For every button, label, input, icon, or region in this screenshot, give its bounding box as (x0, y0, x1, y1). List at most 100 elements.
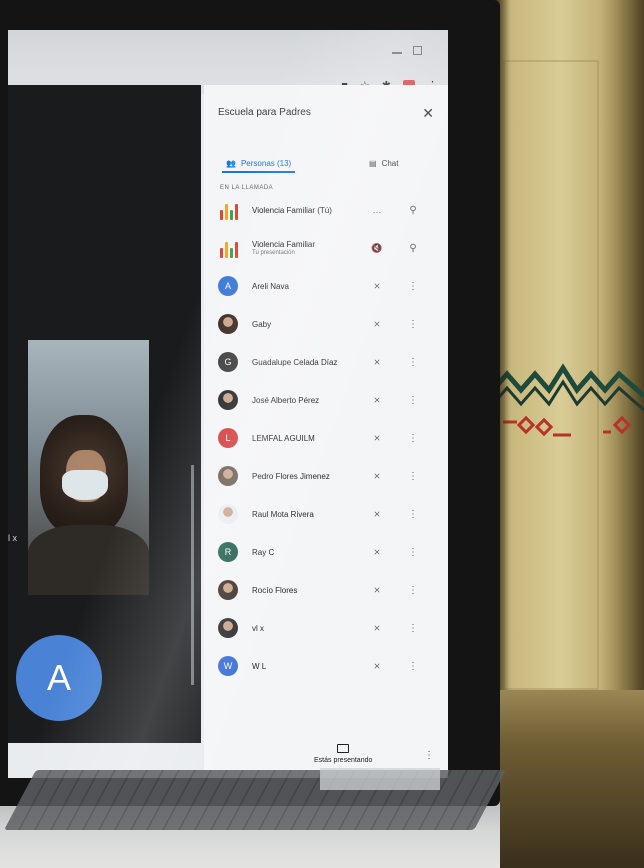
participant-subtitle: Tu presentación (252, 250, 295, 256)
participant-name: LEMFAL AGUILM (252, 433, 315, 443)
more-icon[interactable]: ⋮ (407, 585, 419, 596)
avatar-photo (218, 466, 238, 486)
tab-chat[interactable]: ▤ Chat (369, 143, 398, 183)
people-icon: 👥 (226, 158, 236, 168)
participant-name-wrap: Ray C (252, 548, 274, 557)
participant-name-wrap: Violencia Familiar (Tú) (252, 206, 332, 215)
participant-row[interactable]: R Ray C ⨯ ⋮ (204, 533, 448, 571)
pin-icon[interactable]: ⚲ (407, 205, 419, 216)
mic-off-icon[interactable]: ⨯ (371, 509, 383, 520)
participant-list: Violencia Familiar (Tú)… ⚲ Violencia Famil… (204, 191, 448, 685)
more-icon[interactable]: ⋮ (407, 281, 419, 292)
mic-off-icon[interactable]: ⨯ (371, 661, 383, 672)
keyboard-label-strip (320, 768, 440, 790)
participant-row[interactable]: Gaby ⨯ ⋮ (204, 305, 448, 343)
participant-name-wrap: Guadalupe Celada Díaz (252, 358, 337, 367)
present-button[interactable]: Estás presentando (314, 744, 372, 764)
wall-mural (493, 363, 644, 437)
participant-name: Gaby (252, 319, 272, 329)
more-icon[interactable]: ⋮ (407, 661, 419, 672)
more-icon[interactable]: ⋮ (407, 433, 419, 444)
participant-name-wrap: Pedro Flores Jimenez (252, 472, 330, 481)
avatar-initial: G (218, 352, 238, 372)
baseboard (493, 690, 644, 868)
more-icon[interactable]: ⋮ (407, 395, 419, 406)
presentation-logo-icon (218, 238, 240, 258)
partial-participant-label: l x (8, 533, 17, 543)
panel-title: Escuela para Padres (218, 107, 311, 118)
participant-name-wrap: W L (252, 662, 266, 671)
participant-row[interactable]: Rocío Flores ⨯ ⋮ (204, 571, 448, 609)
ellipsis-icon[interactable]: … (371, 205, 383, 215)
mic-off-icon[interactable]: ⨯ (371, 471, 383, 482)
more-icon[interactable]: ⋮ (407, 471, 419, 482)
participant-name-wrap: José Alberto Pérez (252, 396, 319, 405)
mic-off-icon[interactable]: ⨯ (371, 319, 383, 330)
participant-name-wrap: Areli Nava (252, 282, 289, 291)
mic-off-icon[interactable]: ⨯ (371, 547, 383, 558)
avatar-photo (218, 390, 238, 410)
participant-name: Ray C (252, 547, 275, 557)
participant-name: Guadalupe Celada Díaz (252, 357, 338, 367)
avatar-initial: L (218, 428, 238, 448)
participant-name-wrap: Gaby (252, 320, 271, 329)
avatar-photo (218, 618, 238, 638)
tab-people-label: Personas (13) (240, 158, 292, 168)
maximize-icon[interactable] (413, 46, 422, 55)
participant-name-wrap: Raul Mota Rivera (252, 510, 314, 519)
participant-row[interactable]: Pedro Flores Jimenez ⨯ ⋮ (204, 457, 448, 495)
avatar-photo (218, 314, 238, 334)
participant-row[interactable]: Raul Mota Rivera ⨯ ⋮ (204, 495, 448, 533)
present-screen-icon (337, 744, 350, 753)
participant-avatar[interactable]: A (16, 635, 102, 721)
participant-row[interactable]: G Guadalupe Celada Díaz ⨯ ⋮ (204, 343, 448, 381)
minimize-icon[interactable] (392, 52, 402, 54)
tab-chat-label: Chat (381, 158, 399, 168)
more-icon[interactable]: ⋮ (407, 547, 419, 558)
participant-row[interactable]: Violencia Familiar Tu presentación 🔇 ⚲ (204, 229, 448, 267)
participant-row[interactable]: A Areli Nava ⨯ ⋮ (204, 267, 448, 305)
mic-off-icon[interactable]: ⨯ (371, 585, 383, 596)
more-options-icon[interactable]: ⋮ (424, 750, 434, 761)
participant-name: Pedro Flores Jimenez (252, 471, 330, 481)
participant-row[interactable]: vl x ⨯ ⋮ (204, 609, 448, 647)
pointer-glare (191, 465, 194, 685)
participant-row[interactable]: W W L ⨯ ⋮ (204, 647, 448, 685)
more-icon[interactable]: ⋮ (407, 319, 419, 330)
avatar-initial: W (218, 656, 238, 676)
avatar-initial: A (218, 276, 238, 296)
panel-tabs: 👥 Personas (13) ▤ Chat (204, 143, 448, 183)
mic-off-icon[interactable]: ⨯ (371, 281, 383, 292)
participant-name: José Alberto Pérez (252, 395, 320, 405)
present-label: Estás presentando (314, 757, 373, 764)
mic-off-icon[interactable]: ⨯ (371, 433, 383, 444)
avatar-photo (218, 504, 238, 524)
mic-off-icon[interactable]: ⨯ (371, 623, 383, 634)
participant-name: vl x (252, 623, 264, 633)
avatar-initial: R (218, 542, 238, 562)
speaker-off-icon[interactable]: 🔇 (371, 243, 383, 254)
mic-off-icon[interactable]: ⨯ (371, 395, 383, 406)
participant-body (28, 525, 149, 595)
presentation-logo-icon (218, 200, 240, 220)
more-icon[interactable]: ⋮ (407, 623, 419, 634)
video-area: l x A (8, 85, 201, 743)
avatar-photo (218, 580, 238, 600)
monitor-screen: ■ ☆ ✱ ⋮ l x A Escuela para Padres ✕ 👥 Pe… (8, 30, 448, 778)
panel-header: Escuela para Padres ✕ (204, 85, 448, 143)
more-icon[interactable]: ⋮ (407, 357, 419, 368)
participant-name: Raul Mota Rivera (252, 509, 314, 519)
pin-icon[interactable]: ⚲ (407, 243, 419, 254)
more-icon[interactable]: ⋮ (407, 509, 419, 520)
participant-row[interactable]: Violencia Familiar (Tú) … ⚲ (204, 191, 448, 229)
participant-mask (62, 470, 108, 500)
mic-off-icon[interactable]: ⨯ (371, 357, 383, 368)
participant-row[interactable]: L LEMFAL AGUILM ⨯ ⋮ (204, 419, 448, 457)
participant-row[interactable]: José Alberto Pérez ⨯ ⋮ (204, 381, 448, 419)
participant-name: Violencia Familiar (Tú) (252, 205, 332, 215)
tab-people[interactable]: 👥 Personas (13) (221, 143, 296, 183)
participant-video-tile[interactable] (28, 340, 149, 595)
participant-name-wrap: Rocío Flores (252, 586, 297, 595)
close-icon[interactable]: ✕ (422, 105, 434, 122)
participant-name: Areli Nava (252, 281, 289, 291)
